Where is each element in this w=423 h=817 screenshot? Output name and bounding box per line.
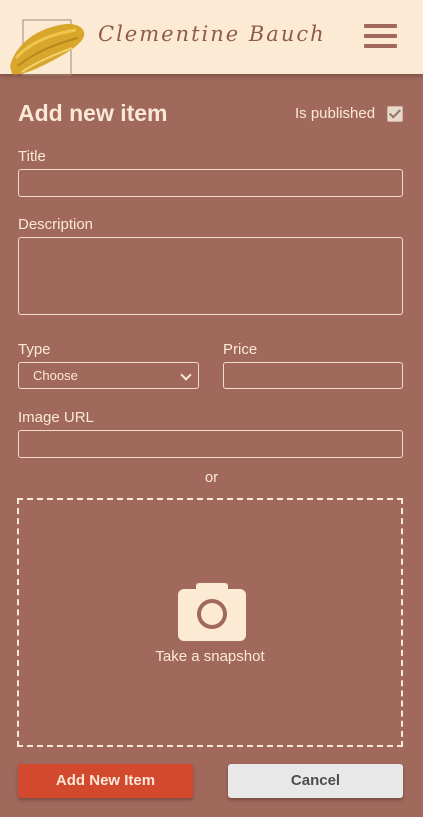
brand-name: Clementine Bauch: [98, 22, 326, 46]
snapshot-dropzone[interactable]: Take a snapshot: [17, 498, 403, 747]
paint-brush-stroke-logo[interactable]: [6, 14, 90, 86]
page-title: Add new item: [18, 100, 168, 126]
published-checkbox[interactable]: [387, 106, 403, 122]
app-header: Clementine Bauch: [0, 0, 423, 76]
image-url-input[interactable]: [18, 430, 403, 458]
menu-bar: [364, 34, 397, 38]
type-select-value: Choose: [33, 368, 78, 383]
description-textarea[interactable]: [18, 237, 403, 315]
chevron-down-icon: [180, 369, 192, 381]
title-label: Title: [18, 148, 46, 165]
or-separator: or: [204, 469, 219, 486]
hamburger-menu-icon[interactable]: [364, 24, 397, 50]
cancel-button[interactable]: Cancel: [228, 764, 403, 798]
menu-bar: [364, 44, 397, 48]
camera-icon[interactable]: [178, 583, 246, 641]
add-new-item-button[interactable]: Add New Item: [18, 764, 193, 798]
price-label: Price: [223, 341, 258, 358]
snapshot-label: Take a snapshot: [155, 648, 265, 665]
image-url-label: Image URL: [18, 409, 94, 426]
title-input[interactable]: [18, 169, 403, 197]
type-select[interactable]: Choose: [18, 362, 199, 389]
price-input[interactable]: [223, 362, 403, 389]
menu-bar: [364, 24, 397, 28]
type-label: Type: [18, 341, 51, 358]
description-label: Description: [18, 216, 94, 233]
published-label: Is published: [295, 105, 376, 122]
